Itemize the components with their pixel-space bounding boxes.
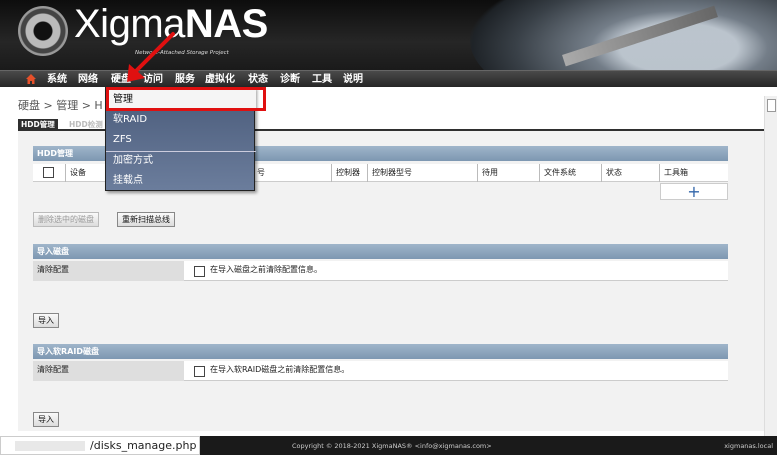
- column-filesystem: 文件系统: [539, 164, 601, 182]
- import-raid-row: 清除配置 在导入软RAID磁盘之前清除配置信息。: [33, 361, 728, 381]
- highlight-annotation: [106, 87, 266, 111]
- xigmanas-logo-icon: [18, 6, 68, 56]
- import-disk-button[interactable]: 导入: [33, 313, 59, 328]
- raid-clear-config-description: 在导入软RAID磁盘之前清除配置信息。: [210, 365, 350, 374]
- scroll-up-button[interactable]: [767, 99, 776, 112]
- breadcrumb: 硬盘 > 管理 > H: [18, 99, 103, 112]
- column-controller: 控制器: [331, 164, 367, 182]
- select-all-checkbox[interactable]: [43, 167, 54, 178]
- home-icon[interactable]: [26, 74, 36, 84]
- copyright-text: Copyright © 2018-2021 XigmaNAS® <info@xi…: [292, 442, 492, 450]
- url-host-redacted: [15, 441, 85, 451]
- clear-config-label: 清除配置: [33, 261, 184, 281]
- status-url-bar: /disks_manage.php: [0, 436, 200, 455]
- menu-item-zfs[interactable]: ZFS: [106, 130, 256, 150]
- nav-item-system[interactable]: 系统: [47, 71, 67, 88]
- add-disk-plus-icon[interactable]: +: [660, 183, 728, 200]
- nav-item-tools[interactable]: 工具: [312, 71, 332, 88]
- rescan-bus-button[interactable]: 重新扫描总线: [117, 212, 175, 227]
- nav-item-virtualization[interactable]: 虚拟化: [205, 71, 235, 88]
- delete-selected-disks-button[interactable]: 删除选中的磁盘: [33, 212, 99, 227]
- hostname-text: xigmanas.local: [724, 442, 773, 450]
- raid-clear-config-checkbox[interactable]: [194, 366, 205, 377]
- tab-hdd-check[interactable]: HDD检测: [66, 119, 106, 130]
- import-raid-header: 导入软RAID磁盘: [33, 344, 728, 359]
- clear-config-description: 在导入磁盘之前清除配置信息。: [210, 265, 322, 274]
- import-disk-header: 导入磁盘: [33, 244, 728, 259]
- status-url: /disks_manage.php: [90, 439, 197, 452]
- column-device: 设备: [65, 164, 107, 182]
- nav-item-network[interactable]: 网络: [78, 71, 98, 88]
- tab-hdd-management[interactable]: HDD管理: [18, 119, 58, 130]
- menu-item-encryption[interactable]: 加密方式: [106, 151, 256, 171]
- nav-item-help[interactable]: 说明: [343, 71, 363, 88]
- column-status: 状态: [601, 164, 659, 182]
- column-number-label: 号: [257, 168, 265, 177]
- column-controller-model: 控制器型号: [367, 164, 477, 182]
- clear-config-checkbox[interactable]: [194, 266, 205, 277]
- import-raid-button[interactable]: 导入: [33, 412, 59, 427]
- raid-clear-config-label: 清除配置: [33, 361, 184, 381]
- red-arrow-annotation: [127, 32, 175, 82]
- vertical-scrollbar[interactable]: [764, 96, 777, 436]
- nav-item-diagnostics[interactable]: 诊断: [280, 71, 300, 88]
- import-disk-row: 清除配置 在导入磁盘之前清除配置信息。: [33, 261, 728, 281]
- menu-item-software-raid[interactable]: 软RAID: [106, 110, 256, 130]
- column-toolbox: 工具箱: [659, 164, 728, 182]
- nav-item-status[interactable]: 状态: [248, 71, 268, 88]
- menu-item-mount-point[interactable]: 挂载点: [106, 171, 256, 191]
- column-standby: 待用: [477, 164, 539, 182]
